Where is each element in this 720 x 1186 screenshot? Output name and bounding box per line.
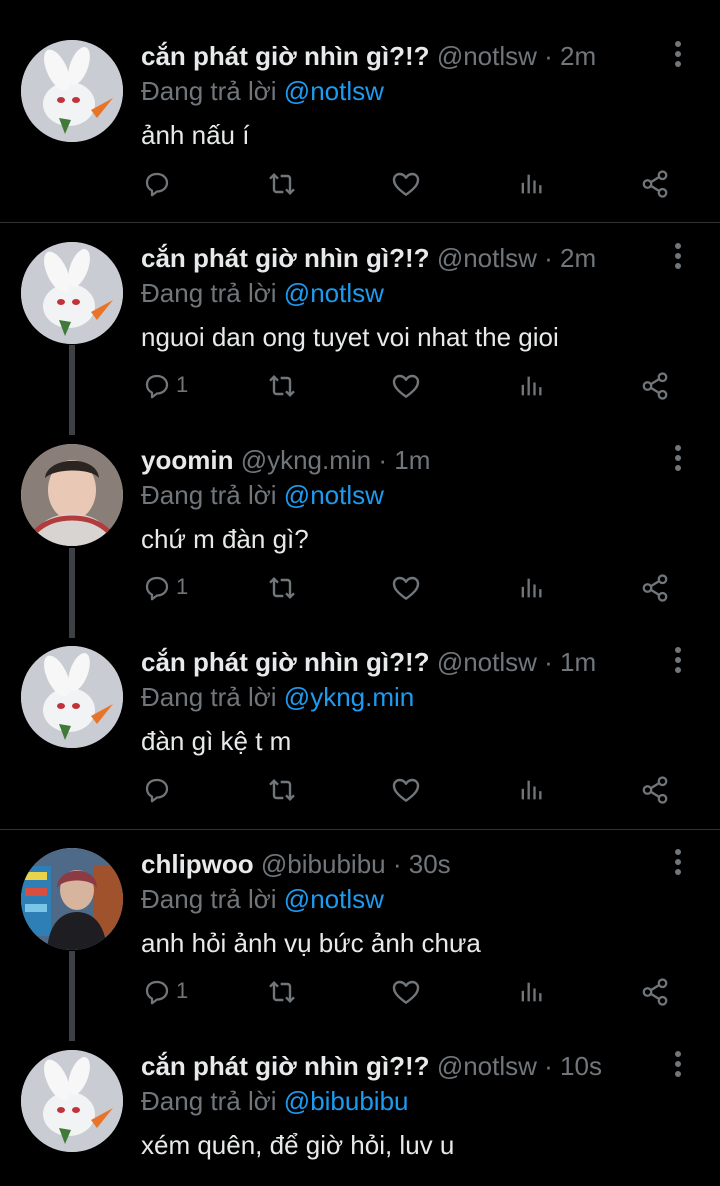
handle[interactable]: @ykng.min bbox=[241, 445, 371, 475]
tweet-divider bbox=[0, 222, 720, 223]
tweet-divider bbox=[0, 829, 720, 830]
mention-link[interactable]: @notlsw bbox=[284, 480, 384, 510]
views-icon[interactable] bbox=[517, 972, 545, 1012]
person-photo-avatar[interactable] bbox=[21, 444, 123, 546]
timestamp[interactable]: · 1m bbox=[378, 445, 430, 475]
retweet-button[interactable] bbox=[266, 972, 298, 1012]
like-button[interactable] bbox=[390, 972, 422, 1012]
timestamp[interactable]: · 30s bbox=[393, 849, 451, 879]
views-icon[interactable] bbox=[517, 770, 545, 810]
like-button[interactable] bbox=[390, 366, 422, 406]
retweet-button[interactable] bbox=[266, 770, 298, 810]
timestamp[interactable]: · 1m bbox=[544, 647, 596, 677]
retweet-button[interactable] bbox=[266, 164, 298, 204]
handle[interactable]: @notlsw bbox=[437, 243, 537, 273]
timestamp[interactable]: · 10s bbox=[544, 1051, 602, 1081]
white-bunny-avatar[interactable] bbox=[21, 40, 123, 142]
replying-to-label: Đang trả lời bbox=[141, 480, 277, 510]
more-options-icon[interactable] bbox=[664, 1050, 692, 1084]
share-icon[interactable] bbox=[640, 366, 670, 406]
tweet-text: chứ m đàn gì? bbox=[141, 524, 309, 554]
mention-link[interactable]: @notlsw bbox=[284, 884, 384, 914]
display-name[interactable]: chlipwoo bbox=[141, 849, 254, 879]
white-bunny-avatar[interactable] bbox=[21, 646, 123, 748]
retweet-button[interactable] bbox=[266, 568, 298, 608]
share-icon[interactable] bbox=[640, 164, 670, 204]
reply-count: 1 bbox=[176, 978, 189, 1003]
more-options-icon[interactable] bbox=[664, 40, 692, 74]
timestamp[interactable]: · 2m bbox=[544, 41, 596, 71]
reply-button[interactable]: 1 bbox=[142, 366, 188, 406]
reply-button[interactable] bbox=[142, 770, 172, 810]
tweet-header: cắn phát giờ nhìn gì?!? @notlsw · 10s bbox=[141, 1048, 602, 1084]
tweet-header: yoomin @ykng.min · 1m bbox=[141, 442, 430, 478]
more-options-icon[interactable] bbox=[664, 242, 692, 276]
handle[interactable]: @bibubibu bbox=[261, 849, 386, 879]
more-options-icon[interactable] bbox=[664, 646, 692, 680]
tweet-text: anh hỏi ảnh vụ bức ảnh chưa bbox=[141, 928, 481, 958]
replying-to: Đang trả lời @notlsw bbox=[141, 276, 384, 310]
mention-link[interactable]: @notlsw bbox=[284, 76, 384, 106]
action-bar: 1 bbox=[0, 366, 720, 406]
display-name[interactable]: cắn phát giờ nhìn gì?!? bbox=[141, 647, 430, 677]
display-name[interactable]: yoomin bbox=[141, 445, 233, 475]
views-icon[interactable] bbox=[517, 164, 545, 204]
tweet-text: nguoi dan ong tuyet voi nhat the gioi bbox=[141, 322, 559, 352]
tweet-text: ảnh nấu í bbox=[141, 120, 250, 150]
tweet-text: đàn gì kệ t m bbox=[141, 726, 292, 756]
share-icon[interactable] bbox=[640, 770, 670, 810]
reply-button[interactable]: 1 bbox=[142, 568, 188, 608]
like-button[interactable] bbox=[390, 568, 422, 608]
handle[interactable]: @notlsw bbox=[437, 41, 537, 71]
mention-link[interactable]: @bibubibu bbox=[284, 1086, 409, 1116]
views-icon[interactable] bbox=[517, 366, 545, 406]
replying-to: Đang trả lời @notlsw bbox=[141, 74, 384, 108]
reply-button[interactable] bbox=[142, 164, 172, 204]
display-name[interactable]: cắn phát giờ nhìn gì?!? bbox=[141, 1051, 430, 1081]
reply-button[interactable]: 1 bbox=[142, 972, 188, 1012]
white-bunny-avatar[interactable] bbox=[21, 242, 123, 344]
replying-to-label: Đang trả lời bbox=[141, 682, 277, 712]
replying-to-label: Đang trả lời bbox=[141, 884, 277, 914]
reply-count: 1 bbox=[176, 574, 189, 599]
replying-to-label: Đang trả lời bbox=[141, 1086, 277, 1116]
timestamp[interactable]: · 2m bbox=[544, 243, 596, 273]
tweet-header: cắn phát giờ nhìn gì?!? @notlsw · 2m bbox=[141, 240, 596, 276]
handle[interactable]: @notlsw bbox=[437, 1051, 537, 1081]
person-photo-avatar[interactable] bbox=[21, 848, 123, 950]
replying-to: Đang trả lời @bibubibu bbox=[141, 1084, 409, 1118]
reply-count: 1 bbox=[176, 372, 189, 397]
white-bunny-avatar[interactable] bbox=[21, 1050, 123, 1152]
display-name[interactable]: cắn phát giờ nhìn gì?!? bbox=[141, 41, 430, 71]
handle[interactable]: @notlsw bbox=[437, 647, 537, 677]
action-bar: 1 bbox=[0, 972, 720, 1012]
tweet-header: cắn phát giờ nhìn gì?!? @notlsw · 1m bbox=[141, 644, 596, 680]
tweet-header: chlipwoo @bibubibu · 30s bbox=[141, 846, 451, 882]
more-options-icon[interactable] bbox=[664, 444, 692, 478]
replying-to: Đang trả lời @notlsw bbox=[141, 478, 384, 512]
like-button[interactable] bbox=[390, 164, 422, 204]
like-button[interactable] bbox=[390, 770, 422, 810]
mention-link[interactable]: @ykng.min bbox=[284, 682, 414, 712]
mention-link[interactable]: @notlsw bbox=[284, 278, 384, 308]
replying-to-label: Đang trả lời bbox=[141, 278, 277, 308]
more-options-icon[interactable] bbox=[664, 848, 692, 882]
tweet-text: xém quên, để giờ hỏi, luv u bbox=[141, 1130, 455, 1160]
action-bar bbox=[0, 770, 720, 810]
action-bar: 1 bbox=[0, 568, 720, 608]
share-icon[interactable] bbox=[640, 972, 670, 1012]
tweet-header: cắn phát giờ nhìn gì?!? @notlsw · 2m bbox=[141, 38, 596, 74]
replying-to: Đang trả lời @ykng.min bbox=[141, 680, 414, 714]
views-icon[interactable] bbox=[517, 568, 545, 608]
replying-to: Đang trả lời @notlsw bbox=[141, 882, 384, 916]
share-icon[interactable] bbox=[640, 568, 670, 608]
display-name[interactable]: cắn phát giờ nhìn gì?!? bbox=[141, 243, 430, 273]
replying-to-label: Đang trả lời bbox=[141, 76, 277, 106]
retweet-button[interactable] bbox=[266, 366, 298, 406]
action-bar bbox=[0, 164, 720, 204]
